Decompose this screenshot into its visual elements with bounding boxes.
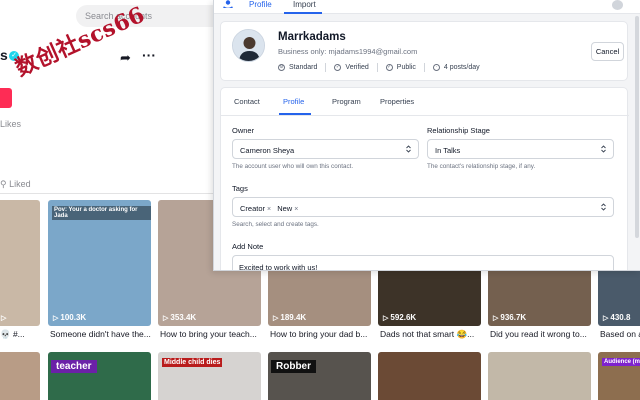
badge-public: ✓ Public <box>385 63 416 72</box>
divider <box>325 63 327 72</box>
video-overlay-text: Pov: Your a doctor asking for Jada <box>52 206 151 220</box>
tab-profile-top[interactable]: Profile <box>249 0 272 9</box>
share-icon[interactable]: ➦ <box>120 50 131 66</box>
tab-liked[interactable]: ⚲ Liked <box>0 179 31 190</box>
tab-program[interactable]: Program <box>332 97 361 106</box>
badge-label: 4 posts/day <box>443 64 480 71</box>
tab-profile[interactable]: Profile <box>283 97 304 106</box>
badge-standard: ⚙ Standard <box>278 63 317 72</box>
check-circle-icon: ✓ <box>334 64 342 71</box>
badge-label: Standard <box>289 64 318 71</box>
relationship-stage-label: Relationship Stage <box>427 126 490 135</box>
view-count: 100.3K <box>53 313 86 322</box>
likes-stat: Likes <box>0 119 21 129</box>
cancel-button[interactable]: Cancel <box>591 42 624 61</box>
video-caption[interactable]: Dads not that smart 😂... <box>380 329 482 340</box>
badge-label: Public <box>396 64 416 71</box>
person-photo-icon <box>233 30 264 61</box>
video-caption[interactable]: Did you read it wrong to... <box>490 329 592 339</box>
video-thumbnail[interactable]: Robber <box>268 352 371 400</box>
note-textarea[interactable]: Excited to work with us! <box>232 255 614 270</box>
view-count: 592.6K <box>383 313 416 322</box>
video-thumbnail[interactable]: Audience (me) <box>598 352 640 400</box>
tags-multiselect[interactable]: Creator × New × <box>232 197 614 217</box>
chevron-up-down-icon <box>406 145 411 153</box>
contact-badges: ⚙ Standard ✓ Verified ✓ Public · 4 posts… <box>278 63 480 72</box>
view-count: 430.8 <box>603 313 630 322</box>
tab-properties[interactable]: Properties <box>380 97 414 106</box>
badge-label: Verified <box>345 64 369 71</box>
more-icon[interactable]: ··· <box>142 47 156 63</box>
chevron-up-down-icon <box>601 145 606 153</box>
tag-chip-label: New <box>277 204 293 213</box>
globe-icon: ✓ <box>385 64 393 71</box>
view-count <box>1 313 8 322</box>
tab-import-top[interactable]: Import <box>293 0 316 9</box>
contact-avatar <box>232 29 265 62</box>
owner-select[interactable]: Cameron Sheya <box>232 139 419 159</box>
tags-label: Tags <box>232 184 248 193</box>
divider <box>376 63 378 72</box>
video-caption[interactable]: How to bring your dad b... <box>270 329 372 339</box>
video-caption[interactable]: Based on a <box>600 329 640 339</box>
video-overlay-text: Middle child dies <box>162 358 223 367</box>
video-thumbnail[interactable]: Middle child dies <box>158 352 261 400</box>
user-avatar-icon[interactable] <box>612 0 623 10</box>
video-caption[interactable]: Someone didn't have the... <box>50 329 152 339</box>
remove-tag-icon[interactable]: × <box>267 206 271 213</box>
follow-button[interactable] <box>0 88 12 108</box>
view-count: 936.7K <box>493 313 526 322</box>
view-count: 189.4K <box>273 313 306 322</box>
tab-contact[interactable]: Contact <box>234 97 260 106</box>
crm-extension-panel: Profile Import Marrkadams Business only:… <box>213 0 640 271</box>
video-thumbnail[interactable]: teacher <box>48 352 151 400</box>
contact-summary-card: Marrkadams Business only: mjadams1994@gm… <box>220 21 628 81</box>
section-tabs: Contact Profile Program Properties <box>221 88 629 116</box>
badge-verified: ✓ Verified <box>334 63 369 72</box>
badge-post-frequency: · 4 posts/day <box>432 63 480 72</box>
panel-scrollbar[interactable] <box>635 16 639 238</box>
owner-label: Owner <box>232 126 255 135</box>
tag-chip: Creator × <box>240 204 271 213</box>
relationship-stage-select[interactable]: In Talks <box>427 139 614 159</box>
active-tab-indicator <box>279 113 311 115</box>
video-caption[interactable]: 💀 #... <box>0 329 40 340</box>
video-thumbnail[interactable] <box>0 200 40 326</box>
add-note-label: Add Note <box>232 242 264 251</box>
app-logo-icon <box>223 0 233 8</box>
remove-tag-icon[interactable]: × <box>294 206 298 213</box>
liked-tab-label: Liked <box>9 179 31 189</box>
profile-form: Contact Profile Program Properties Owner… <box>220 87 629 270</box>
tags-hint: Search, select and create tags. <box>232 221 319 228</box>
owner-hint: The account user who will own this conta… <box>232 163 354 170</box>
contact-name: Marrkadams <box>278 31 346 43</box>
tag-chip: New × <box>277 204 298 213</box>
view-count: 353.4K <box>163 313 196 322</box>
profile-name-fragment: s <box>0 47 8 63</box>
relationship-stage-hint: The contact's relationship stage, if any… <box>427 163 536 170</box>
video-caption[interactable]: How to bring your teach... <box>160 329 262 339</box>
video-thumbnail[interactable] <box>378 352 481 400</box>
video-thumbnail[interactable]: Pov: Your a doctor asking for Jada 100.3… <box>48 200 151 326</box>
gear-icon: ⚙ <box>278 64 285 71</box>
video-overlay-text: Audience (me) <box>602 358 640 366</box>
owner-value: Cameron Sheya <box>240 146 295 155</box>
video-overlay-text: teacher <box>51 360 97 373</box>
likes-label: Likes <box>0 119 22 129</box>
clock-icon: · <box>432 64 440 71</box>
contact-email: Business only: mjadams1994@gmail.com <box>278 47 418 56</box>
tag-chip-label: Creator <box>240 204 266 213</box>
relationship-stage-value: In Talks <box>435 146 461 155</box>
divider <box>423 63 425 72</box>
panel-topbar: Profile Import <box>214 0 640 14</box>
video-thumbnail[interactable] <box>488 352 591 400</box>
video-overlay-text: Robber <box>271 360 316 373</box>
chevron-up-down-icon <box>601 203 606 211</box>
video-thumbnail[interactable] <box>0 352 40 400</box>
active-tab-indicator <box>284 12 322 14</box>
